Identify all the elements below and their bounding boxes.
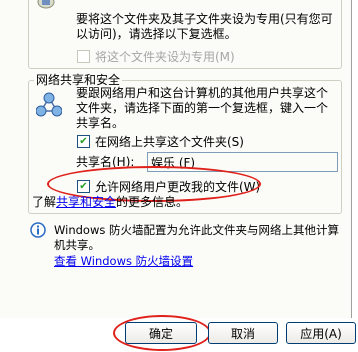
- share-folder-check-mark: ✔: [79, 135, 88, 147]
- apply-button[interactable]: 应用(A): [286, 322, 356, 344]
- firewall-settings-link[interactable]: 查看 Windows 防火墙设置: [54, 253, 193, 269]
- sharing-security-link[interactable]: 共享和安全: [56, 195, 116, 209]
- learn-more-line: 了解共享和安全的更多信息。: [32, 195, 188, 210]
- highlight-ellipse-ok: [113, 315, 211, 351]
- apply-button-label: 应用(A): [300, 326, 342, 341]
- cancel-button-label: 取消: [230, 326, 255, 341]
- private-description-line2: 以访问)，请选择以下复选框。: [76, 27, 237, 41]
- cancel-button[interactable]: 取消: [208, 322, 278, 344]
- make-private-option[interactable]: 将这个文件夹设为专用(M): [77, 48, 235, 65]
- network-share-icon: [35, 92, 63, 118]
- sharing-description-line1: 要跟网络用户和这台计算机的其他用户共享这个: [76, 86, 329, 100]
- learn-more-prefix: 了解: [32, 195, 57, 209]
- make-private-label: 将这个文件夹设为专用(M): [95, 50, 235, 64]
- firewall-info-line2: 机共享。: [54, 238, 100, 252]
- private-description-line1: 要将这个文件夹及其子文件夹设为专用(只有您可: [76, 12, 333, 26]
- firewall-info-line1: Windows 防火墙配置为允许此文件夹与网络上其他计算: [54, 223, 339, 237]
- share-folder-label: 在网络上共享这个文件夹(S): [95, 135, 244, 149]
- firewall-info: Windows 防火墙配置为允许此文件夹与网络上其他计算 机共享。: [54, 223, 339, 253]
- sharing-description-line2: 文件夹，请选择下面的第一个复选框，键入一个: [76, 101, 329, 115]
- make-private-checkbox[interactable]: [77, 50, 90, 63]
- sharing-description-line3: 共享名。: [76, 116, 125, 130]
- private-description: 要将这个文件夹及其子文件夹设为专用(只有您可 以访问)，请选择以下复选框。: [76, 12, 333, 42]
- folder-lock-icon: [36, 0, 56, 10]
- sharing-description: 要跟网络用户和这台计算机的其他用户共享这个 文件夹，请选择下面的第一个复选框，键…: [76, 86, 328, 131]
- share-folder-checkbox[interactable]: ✔: [77, 135, 90, 148]
- learn-more-suffix: 的更多信息。: [116, 195, 189, 209]
- share-folder-option[interactable]: ✔ 在网络上共享这个文件夹(S): [77, 133, 244, 150]
- sharing-group-legend: 网络共享和安全: [34, 73, 123, 87]
- info-icon: [30, 222, 46, 238]
